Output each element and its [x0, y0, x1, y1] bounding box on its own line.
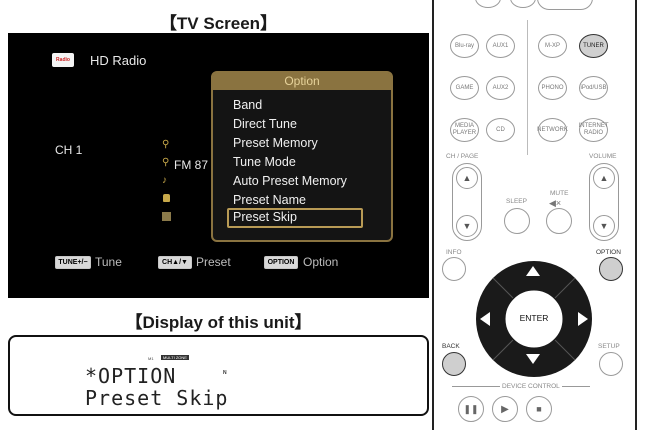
enter-button[interactable]: ENTER [505, 313, 563, 323]
option-button[interactable] [599, 257, 623, 281]
menu-item-preset-memory[interactable]: Preset Memory [233, 136, 318, 150]
remote-phono-button[interactable]: PHONO [538, 76, 567, 100]
remote-ipod-usb-button[interactable]: iPod/USB [579, 76, 608, 100]
indicator-m1: M1 [148, 356, 154, 361]
remote-cd-button[interactable]: CD [486, 118, 515, 142]
tv-screen: Radio HD Radio ıl ng CH 1 ⚲ ⚲ FM 87 ♪ Op… [8, 33, 429, 298]
display-line-2: Preset Skip [85, 386, 229, 410]
pause-button[interactable]: ❚❚ [458, 396, 484, 422]
frequency-text: FM 87 [174, 158, 209, 172]
antenna-icon-2: ⚲ [162, 157, 170, 168]
hd-radio-logo: Radio [52, 53, 74, 67]
option-menu: Option Band Direct Tune Preset Memory Tu… [211, 71, 393, 242]
menu-item-auto-preset-memory[interactable]: Auto Preset Memory [233, 174, 347, 188]
music-note-icon: ♪ [162, 175, 167, 186]
setup-button[interactable] [599, 352, 623, 376]
mute-button[interactable] [546, 208, 572, 234]
album-icon [162, 212, 171, 221]
preset-key-badge: CH▲/▼ [158, 256, 192, 269]
mute-label: MUTE [550, 190, 569, 197]
remote-column-divider [527, 20, 528, 155]
antenna-icon: ⚲ [162, 139, 170, 150]
menu-item-preset-skip[interactable]: Preset Skip [233, 210, 297, 224]
menu-item-direct-tune[interactable]: Direct Tune [233, 117, 297, 131]
display-header: 【Display of this unit】 [125, 313, 312, 332]
display-line-1: *OPTION [85, 364, 177, 388]
sleep-label: SLEEP [506, 198, 527, 205]
menu-item-band[interactable]: Band [233, 98, 262, 112]
sleep-button[interactable] [504, 208, 530, 234]
remote-partial-button-1[interactable] [475, 0, 501, 8]
tune-key-label: Tune [95, 255, 122, 269]
remote-partial-button-2[interactable] [510, 0, 536, 8]
volume-label: VOLUME [589, 153, 617, 160]
remote-bluray-button[interactable]: Blu-ray [450, 34, 479, 58]
volume-up-button[interactable]: ▲ [593, 167, 615, 189]
menu-item-tune-mode[interactable]: Tune Mode [233, 155, 296, 169]
tune-key-badge: TUNE+/− [55, 256, 91, 269]
option-menu-title: Option [213, 73, 391, 90]
indicator-n: N [223, 370, 227, 376]
remote-tuner-button[interactable]: TUNER [579, 34, 608, 58]
device-control-label: DEVICE CONTROL [500, 383, 562, 390]
ch-page-up-button[interactable]: ▲ [456, 167, 478, 189]
channel-label: CH 1 [55, 143, 83, 157]
remote-mxp-button[interactable]: M-XP [538, 34, 567, 58]
ch-page-label: CH / PAGE [446, 153, 479, 160]
nav-up-arrow-icon[interactable] [526, 266, 540, 276]
option-key-label: Option [303, 255, 339, 269]
station-name: HD Radio [90, 53, 147, 68]
volume-down-button[interactable]: ▼ [593, 215, 615, 237]
nav-right-arrow-icon[interactable] [578, 312, 588, 326]
remote-internet-radio-button[interactable]: INTERNET RADIO [579, 118, 609, 142]
remote-game-button[interactable]: GAME [450, 76, 479, 100]
info-button[interactable] [442, 257, 466, 281]
option-key-badge: OPTION [264, 256, 298, 269]
nav-down-arrow-icon[interactable] [526, 354, 540, 364]
info-label: INFO [446, 249, 462, 256]
artist-icon [163, 194, 170, 202]
remote-control: Blu-ray AUX1 M-XP TUNER GAME AUX2 PHONO … [432, 0, 637, 430]
remote-partial-button-3[interactable] [537, 0, 593, 10]
tv-screen-header: 【TV Screen】 [159, 14, 278, 33]
preset-key-label: Preset [196, 255, 231, 269]
nav-left-arrow-icon[interactable] [480, 312, 490, 326]
play-button[interactable]: ▶ [492, 396, 518, 422]
remote-media-player-button[interactable]: MEDIA PLAYER [450, 118, 479, 142]
remote-network-button[interactable]: NETWORK [537, 118, 568, 142]
unit-display: M1 MULTI ZONE N *OPTION Preset Skip [8, 335, 429, 416]
ch-page-down-button[interactable]: ▼ [456, 215, 478, 237]
option-label: OPTION [596, 249, 621, 256]
indicator-multi-zone: MULTI ZONE [161, 355, 189, 360]
stop-button[interactable]: ■ [526, 396, 552, 422]
remote-aux1-button[interactable]: AUX1 [486, 34, 515, 58]
setup-label: SETUP [598, 343, 620, 350]
menu-item-preset-name[interactable]: Preset Name [233, 193, 306, 207]
remote-aux2-button[interactable]: AUX2 [486, 76, 515, 100]
back-button[interactable] [442, 352, 466, 376]
back-label: BACK [442, 343, 460, 350]
